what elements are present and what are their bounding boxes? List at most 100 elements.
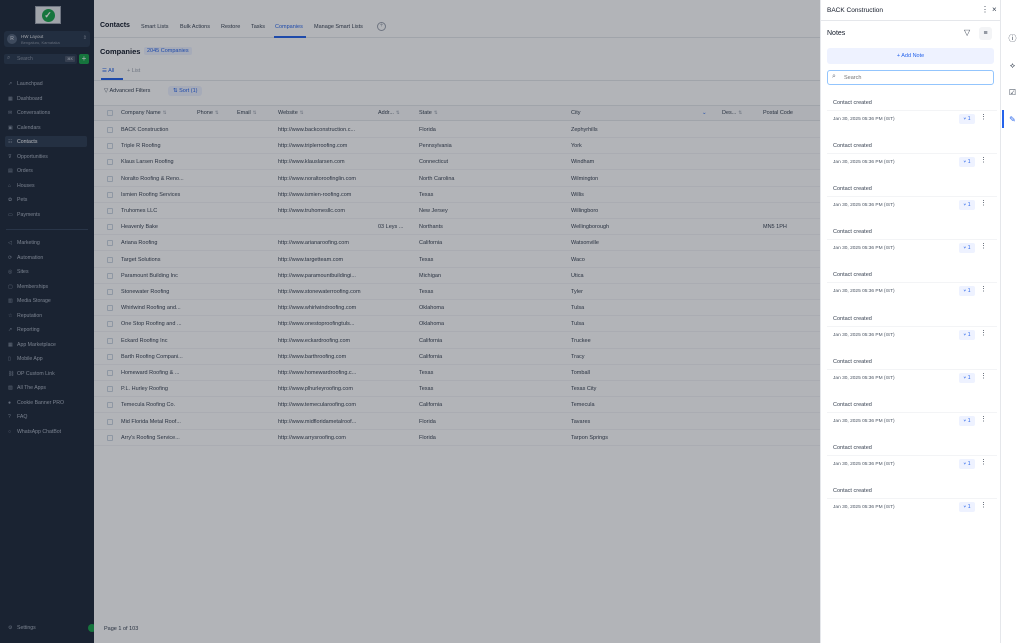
row-checkbox[interactable] [107, 127, 113, 133]
row-checkbox[interactable] [107, 240, 113, 247]
column-header-website[interactable]: Website ⇅ [278, 110, 304, 116]
tab-restore[interactable]: Restore [221, 24, 240, 30]
more-options-icon[interactable]: ⋮ [980, 242, 987, 250]
column-header-postal-code[interactable]: Postal Code [763, 110, 793, 116]
row-checkbox[interactable] [107, 370, 113, 376]
table-row[interactable]: Stonewater Roofing http://www.stonewaterr… [94, 284, 820, 300]
note-workflow-badge[interactable]: ⑂ 1 [959, 458, 975, 469]
sidebar-item-conversations[interactable]: ✉ Conversations [8, 107, 90, 118]
cell-name[interactable]: BACK Construction [121, 127, 193, 133]
quick-add-button[interactable]: + [79, 54, 89, 64]
sidebar-item-all-the-apps[interactable]: ▧ All The Apps [8, 382, 90, 393]
advanced-filters-button[interactable]: ▽ Advanced Filters [104, 88, 150, 94]
table-row[interactable]: Arry's Roofing Service... http://www.arry… [94, 430, 820, 446]
sidebar-item-reporting[interactable]: ↗ Reporting [8, 324, 90, 335]
settings-icon[interactable]: + [377, 22, 386, 31]
row-checkbox[interactable] [107, 191, 113, 198]
filter-icon[interactable]: ▽ [964, 28, 970, 37]
cell-name[interactable]: Mid Florida Metal Roof... [121, 419, 193, 425]
sidebar-item-mobile-app[interactable]: ▯ Mobile App [8, 353, 90, 364]
note-item[interactable]: Contact created Jan 30, 2025 05:36 PM (IS… [827, 138, 997, 178]
note-workflow-badge[interactable]: ⑂ 1 [959, 329, 975, 340]
sidebar-item-settings[interactable]: ⚙ Settings [8, 622, 90, 633]
cell-name[interactable]: Ariana Roofing [121, 240, 193, 246]
note-workflow-badge[interactable]: ⑂ 1 [959, 243, 975, 254]
more-options-icon[interactable]: ⋮ [980, 501, 987, 509]
sidebar-item-contacts[interactable]: ☷ Contacts [5, 136, 87, 147]
more-options-icon[interactable]: ⋮ [980, 199, 987, 207]
sidebar-item-media-storage[interactable]: ▥ Media Storage [8, 295, 90, 306]
row-checkbox[interactable] [107, 272, 113, 279]
table-row[interactable]: Target Solutions http://www.targetteam.co… [94, 252, 820, 268]
cell-website[interactable]: http://www.eckardroofing.com [278, 338, 374, 344]
row-checkbox[interactable] [107, 208, 113, 214]
column-header-phone[interactable]: Phone ⇅ [197, 110, 219, 116]
cell-name[interactable]: Truhomes LLC [121, 208, 193, 214]
note-workflow-badge[interactable]: ⑂ 1 [959, 501, 975, 512]
cell-name[interactable]: Barth Roofing Compani... [121, 354, 193, 360]
cell-name[interactable]: Stonewater Roofing [121, 289, 193, 295]
table-row[interactable]: One Stop Roofing and ... http://www.onest… [94, 316, 820, 333]
row-checkbox[interactable] [107, 224, 113, 231]
close-icon[interactable]: × [992, 5, 997, 14]
column-header-city[interactable]: City [571, 110, 580, 116]
more-options-icon[interactable]: ⋮ [980, 329, 987, 337]
row-checkbox[interactable] [107, 143, 113, 150]
table-row[interactable]: P.L. Hurley Roofing http://www.plhurleyro… [94, 381, 820, 398]
select-all-checkbox[interactable] [107, 110, 113, 116]
info-icon[interactable]: ⓘ [1007, 33, 1018, 44]
row-checkbox[interactable] [107, 353, 113, 360]
note-item[interactable]: Contact created Jan 30, 2025 05:36 PM (IS… [827, 95, 997, 135]
note-workflow-badge[interactable]: ⑂ 1 [959, 372, 975, 383]
more-options-icon[interactable]: ⋮ [980, 113, 987, 121]
table-row[interactable]: Whirlwind Roofing and... http://www.whirl… [94, 300, 820, 317]
table-row[interactable]: Paramount Building Inc http://www.paramou… [94, 268, 820, 284]
more-options-icon[interactable]: ⋮ [980, 156, 987, 164]
cell-name[interactable]: Target Solutions [121, 257, 193, 263]
row-checkbox[interactable] [107, 175, 113, 182]
more-options-icon[interactable]: ⋮ [980, 285, 987, 293]
row-checkbox[interactable] [107, 289, 113, 295]
row-checkbox[interactable] [107, 386, 113, 393]
more-options-icon[interactable]: ⋮ [981, 5, 989, 14]
table-row[interactable]: Barth Roofing Compani... http://www.barth… [94, 349, 820, 365]
sidebar-item-marketing[interactable]: ◁ Marketing [8, 237, 90, 248]
note-workflow-badge[interactable]: ⑂ 1 [959, 114, 975, 124]
cell-name[interactable]: One Stop Roofing and ... [121, 321, 193, 327]
cell-website[interactable]: http://www.ismien-roofing.com [278, 192, 374, 198]
column-header-state[interactable]: State ⇅ [419, 110, 438, 116]
cell-website[interactable]: http://www.homewardroofing.c... [278, 370, 374, 376]
sidebar-item-faq[interactable]: ? FAQ [8, 411, 90, 422]
cell-name[interactable]: Klaus Larsen Roofing [121, 159, 193, 165]
column-header-email[interactable]: Email ⇅ [237, 110, 257, 116]
sort-icon[interactable]: ≡ [979, 27, 992, 40]
cell-website[interactable]: http://www.noraltoroofinglin.com [278, 176, 374, 182]
note-workflow-badge[interactable]: ⑂ 1 [959, 200, 975, 211]
sort-desc-icon[interactable]: ⌄ [702, 110, 707, 116]
cell-website[interactable]: http://www.klauslarsen.com [278, 159, 374, 165]
note-item[interactable]: Contact created Jan 30, 2025 05:36 PM (IS… [827, 311, 997, 351]
sidebar-item-automation[interactable]: ⟳ Automation [8, 252, 90, 263]
cell-name[interactable]: Heavenly Bake [121, 224, 193, 230]
row-checkbox[interactable] [107, 321, 113, 328]
logo[interactable]: ✓ [35, 6, 61, 24]
more-options-icon[interactable]: ⋮ [980, 372, 987, 380]
row-checkbox[interactable] [107, 337, 113, 344]
cell-website[interactable]: http://www.triplerroofing.com [278, 143, 374, 149]
note-item[interactable]: Contact created Jan 30, 2025 05:36 PM (IS… [827, 181, 997, 221]
table-row[interactable]: Ismien Roofing Services http://www.ismien… [94, 187, 820, 203]
sidebar-item-app-marketplace[interactable]: ▦ App Marketplace [8, 339, 90, 350]
add-note-button[interactable]: + Add Note [827, 48, 994, 64]
table-row[interactable]: Homeward Roofing & ... http://www.homewar… [94, 365, 820, 381]
sidebar-item-whatsapp-chatbot[interactable]: ○ WhatsApp ChatBot [8, 426, 90, 437]
workflow-icon[interactable]: ⟡ [1007, 60, 1018, 71]
view-all-tab[interactable]: ☰ All [102, 68, 114, 74]
add-list-tab[interactable]: + List [127, 68, 140, 74]
table-row[interactable]: Eckard Roofing Inc http://www.eckardroofi… [94, 333, 820, 349]
table-row[interactable]: Ariana Roofing http://www.arianaroofing.c… [94, 235, 820, 252]
sidebar-item-payments[interactable]: ▭ Payments [8, 209, 90, 220]
note-item[interactable]: Contact created Jan 30, 2025 05:36 PM (IS… [827, 483, 997, 523]
column-header-description[interactable]: Des... ⇅ [722, 110, 742, 116]
table-row[interactable]: Temecula Roofing Co. http://www.temecular… [94, 397, 820, 414]
sidebar-item-calendars[interactable]: ▣ Calendars [8, 122, 90, 133]
